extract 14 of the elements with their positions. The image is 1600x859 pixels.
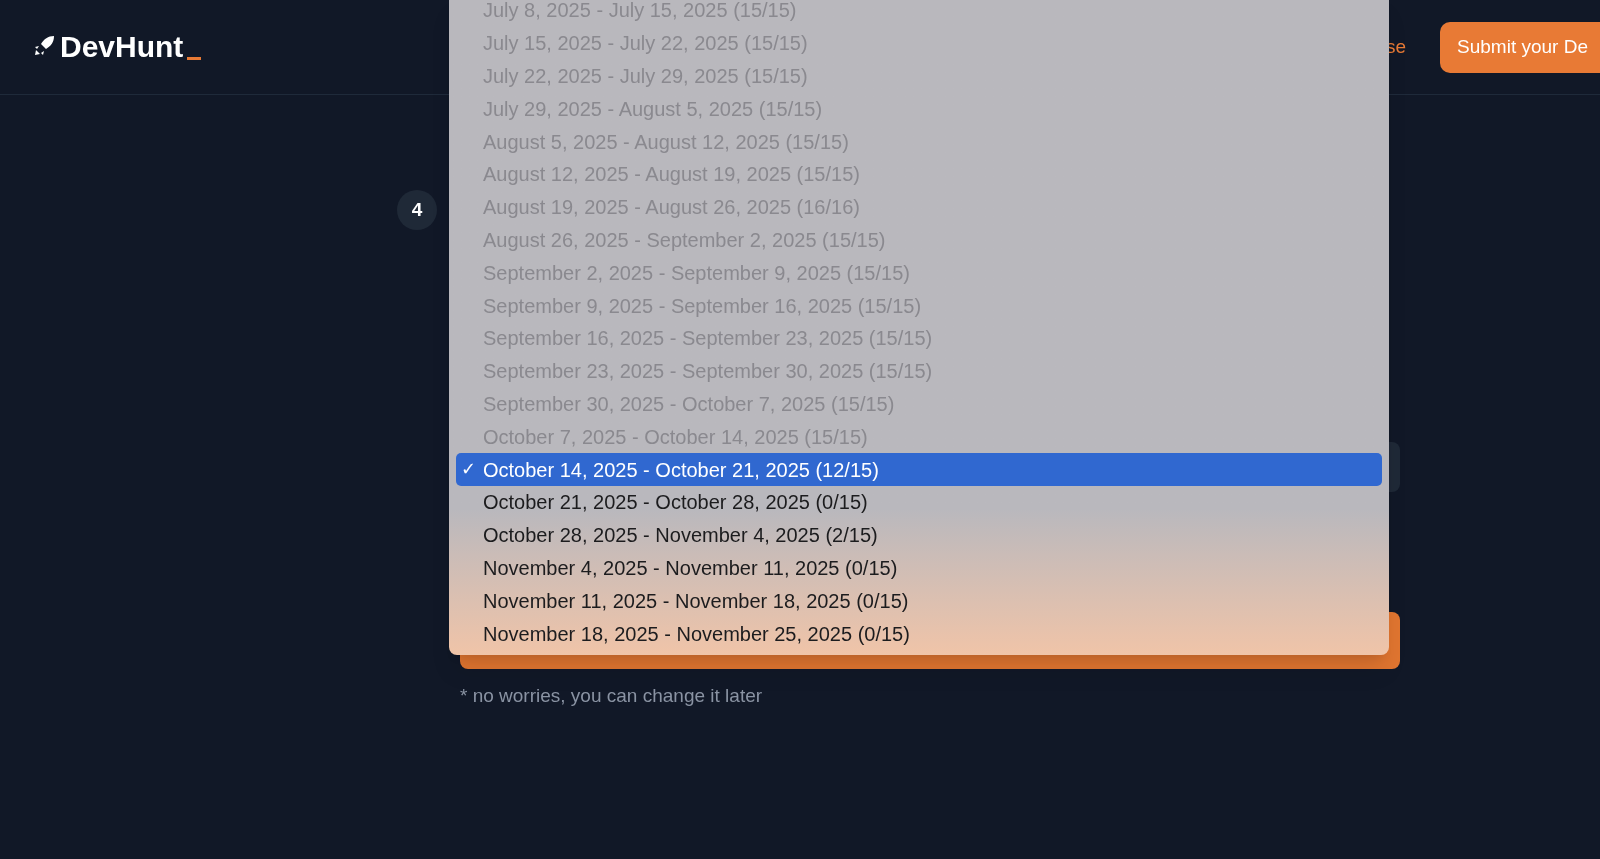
footnote-text: * no worries, you can change it later xyxy=(460,684,763,708)
logo-text[interactable]: DevHunt xyxy=(60,32,184,62)
dropdown-option[interactable]: ✓ October 14, 2025 - October 21, 2025 (12/15) xyxy=(456,453,1382,486)
rocket-icon xyxy=(32,34,56,58)
check-mark: ✓ xyxy=(460,458,477,482)
dropdown-option[interactable]: October 28, 2025 - November 4, 2025 (2/15) xyxy=(456,518,1382,552)
dropdown-option[interactable]: November 18, 2025 - November 25, 2025 (0/15) xyxy=(456,617,1382,650)
dropdown-option[interactable]: November 4, 2025 - November 11, 2025 (0/15) xyxy=(456,551,1382,585)
step-number: 4 xyxy=(397,190,437,230)
submit-button[interactable]: Submit your De xyxy=(1440,21,1600,73)
cursor-mark xyxy=(187,57,202,60)
week-dropdown[interactable] xyxy=(449,0,1389,655)
dropdown-option[interactable]: October 21, 2025 - October 28, 2025 (0/15) xyxy=(456,485,1382,519)
dropdown-option[interactable]: November 11, 2025 - November 18, 2025 (0/15) xyxy=(456,584,1382,618)
